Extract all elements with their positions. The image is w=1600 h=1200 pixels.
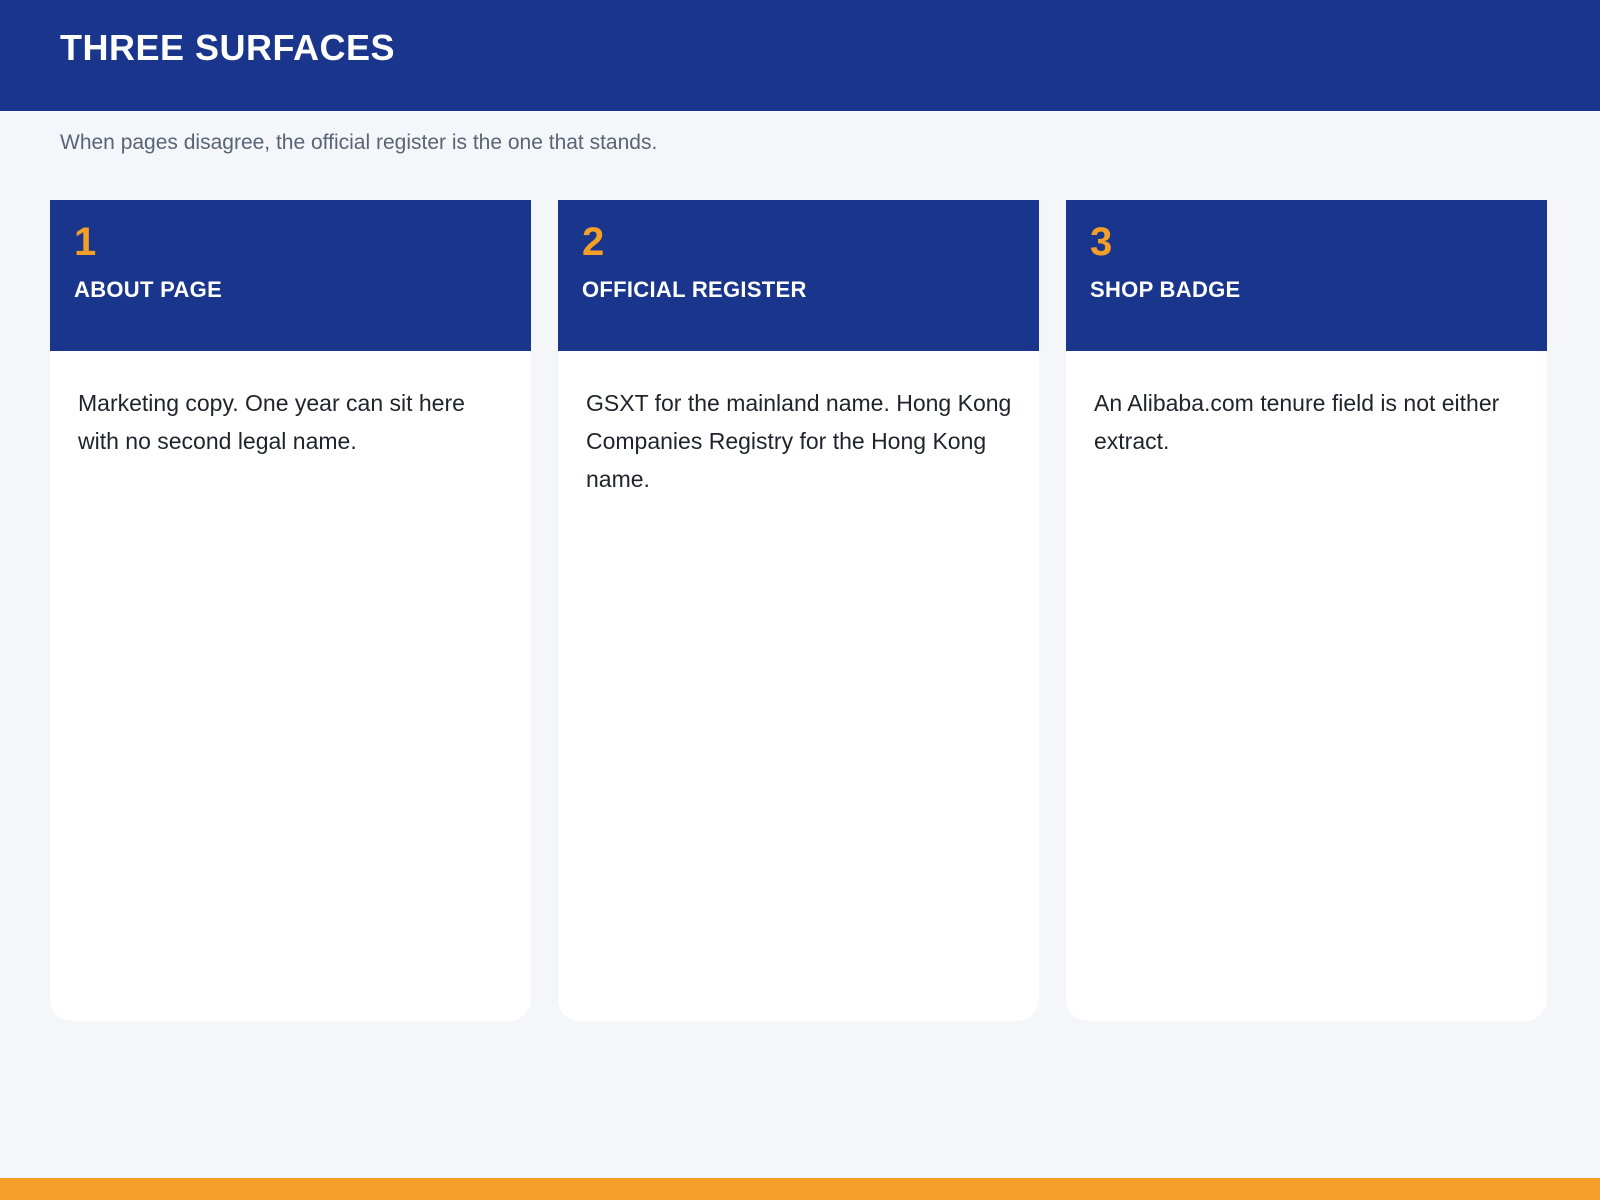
cards-row: 1 ABOUT PAGE Marketing copy. One year ca… bbox=[50, 200, 1547, 1021]
page-title: THREE SURFACES bbox=[60, 27, 396, 68]
card-number: 1 bbox=[74, 220, 97, 264]
card-official-register: 2 OFFICIAL REGISTER GSXT for the mainlan… bbox=[558, 200, 1039, 1021]
card-body: GSXT for the mainland name. Hong Kong Co… bbox=[586, 390, 1012, 492]
card-body: Marketing copy. One year can sit here wi… bbox=[78, 390, 465, 454]
card-number: 3 bbox=[1090, 220, 1113, 264]
card-body: An Alibaba.com tenure field is not eithe… bbox=[1094, 390, 1500, 454]
card-header: 3 SHOP BADGE bbox=[1066, 200, 1547, 351]
card-about-page: 1 ABOUT PAGE Marketing copy. One year ca… bbox=[50, 200, 531, 1021]
page-subtitle: When pages disagree, the official regist… bbox=[60, 131, 658, 154]
card-title: OFFICIAL REGISTER bbox=[582, 277, 807, 302]
footer-accent-bar bbox=[0, 1178, 1600, 1200]
card-title: SHOP BADGE bbox=[1090, 277, 1241, 302]
card-header: 1 ABOUT PAGE bbox=[50, 200, 531, 351]
card-shop-badge: 3 SHOP BADGE An Alibaba.com tenure field… bbox=[1066, 200, 1547, 1021]
header-banner: THREE SURFACES bbox=[0, 0, 1600, 111]
card-number: 2 bbox=[582, 220, 605, 264]
card-title: ABOUT PAGE bbox=[74, 277, 223, 302]
card-header: 2 OFFICIAL REGISTER bbox=[558, 200, 1039, 351]
